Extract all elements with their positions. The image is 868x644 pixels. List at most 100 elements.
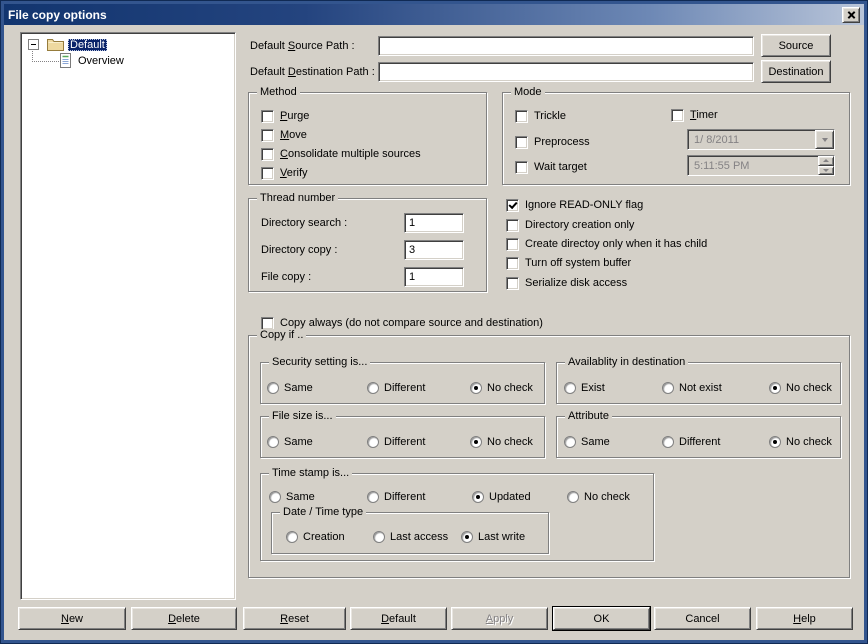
serialize-disk-access-checkbox[interactable]: Serialize disk access xyxy=(506,276,627,290)
profile-tree-panel: Default Overview xyxy=(20,32,236,600)
file-copy-label: File copy : xyxy=(261,271,311,283)
tree-item-default-label: Default xyxy=(68,39,107,51)
security-setting-group-title: Security setting is... xyxy=(269,356,370,369)
creation-radio[interactable]: Creation xyxy=(286,530,345,544)
timer-checkbox[interactable]: Timer xyxy=(671,108,718,122)
file-size-different-radio[interactable]: Different xyxy=(367,435,425,449)
timer-date-select: 1/ 8/2011 xyxy=(687,129,835,150)
wait-target-checkbox-label: Wait target xyxy=(534,161,587,173)
spinner-up-down-icon xyxy=(818,156,834,175)
close-button[interactable] xyxy=(842,7,860,23)
purge-checkbox[interactable]: Purge xyxy=(261,109,309,123)
time-stamp-same-radio-label: Same xyxy=(286,491,315,503)
attribute-same-radio-label: Same xyxy=(581,436,610,448)
cancel-button[interactable]: Cancel xyxy=(654,607,751,630)
security-different-radio-label: Different xyxy=(384,382,425,394)
security-no-check-radio[interactable]: No check xyxy=(470,381,533,395)
time-stamp-updated-radio[interactable]: Updated xyxy=(472,490,531,504)
source-path-input[interactable] xyxy=(378,36,754,56)
mode-group-title: Mode xyxy=(511,86,545,99)
reset-button[interactable]: Reset xyxy=(243,607,346,630)
source-button[interactable]: Source xyxy=(761,34,831,57)
last-write-radio[interactable]: Last write xyxy=(461,530,525,544)
security-same-radio-label: Same xyxy=(284,382,313,394)
file-size-no-check-radio-label: No check xyxy=(487,436,533,448)
turn-off-system-buffer-checkbox-label: Turn off system buffer xyxy=(525,257,631,269)
attribute-same-radio[interactable]: Same xyxy=(564,435,610,449)
destination-path-input[interactable] xyxy=(378,62,754,82)
last-write-radio-label: Last write xyxy=(478,531,525,543)
tree-connector-line xyxy=(32,49,59,62)
timer-checkbox-label: Timer xyxy=(690,109,718,121)
file-size-same-radio[interactable]: Same xyxy=(267,435,313,449)
security-different-radio[interactable]: Different xyxy=(367,381,425,395)
attribute-group: Attribute Same Different No check xyxy=(556,416,841,458)
create-directory-child-checkbox-label: Create directoy only when it has child xyxy=(525,238,707,250)
window-title: File copy options xyxy=(8,8,107,22)
attribute-no-check-radio[interactable]: No check xyxy=(769,435,832,449)
file-size-different-radio-label: Different xyxy=(384,436,425,448)
file-size-same-radio-label: Same xyxy=(284,436,313,448)
verify-checkbox[interactable]: Verify xyxy=(261,166,308,180)
move-checkbox[interactable]: Move xyxy=(261,128,307,142)
availability-not-exist-radio[interactable]: Not exist xyxy=(662,381,722,395)
copy-if-group: Copy if .. Security setting is... Same D… xyxy=(248,335,850,578)
consolidate-checkbox-label: Consolidate multiple sources xyxy=(280,148,421,160)
security-same-radio[interactable]: Same xyxy=(267,381,313,395)
attribute-different-radio[interactable]: Different xyxy=(662,435,720,449)
copy-always-checkbox[interactable]: Copy always (do not compare source and d… xyxy=(261,316,543,330)
last-access-radio[interactable]: Last access xyxy=(373,530,448,544)
security-setting-group: Security setting is... Same Different No… xyxy=(260,362,545,404)
ignore-readonly-checkbox[interactable]: Ignore READ-ONLY flag xyxy=(506,198,643,212)
timer-date-value: 1/ 8/2011 xyxy=(694,134,739,146)
directory-creation-only-checkbox-label: Directory creation only xyxy=(525,219,634,231)
method-group: Method Purge Move Consolidate multiple s… xyxy=(248,92,487,185)
date-time-type-group-title: Date / Time type xyxy=(280,506,366,519)
date-time-type-group: Date / Time type Creation Last access La… xyxy=(271,512,549,554)
time-stamp-group: Time stamp is... Same Different Updated … xyxy=(260,473,654,561)
document-icon xyxy=(59,53,72,68)
directory-copy-input[interactable] xyxy=(404,240,464,260)
delete-button[interactable]: Delete xyxy=(131,607,237,630)
new-button[interactable]: New xyxy=(18,607,126,630)
close-icon xyxy=(847,10,856,19)
create-directory-child-checkbox[interactable]: Create directoy only when it has child xyxy=(506,237,707,251)
directory-search-label: Directory search : xyxy=(261,217,347,229)
trickle-checkbox[interactable]: Trickle xyxy=(515,109,566,123)
time-stamp-no-check-radio[interactable]: No check xyxy=(567,490,630,504)
verify-checkbox-label: Verify xyxy=(280,167,308,179)
availability-exist-radio-label: Exist xyxy=(581,382,605,394)
destination-button[interactable]: Destination xyxy=(761,60,831,83)
file-copy-input[interactable] xyxy=(404,267,464,287)
time-stamp-no-check-radio-label: No check xyxy=(584,491,630,503)
time-stamp-different-radio[interactable]: Different xyxy=(367,490,425,504)
apply-button: Apply xyxy=(451,607,548,630)
availability-no-check-radio[interactable]: No check xyxy=(769,381,832,395)
file-copy-options-dialog: File copy options Default Overview De xyxy=(0,0,868,644)
turn-off-system-buffer-checkbox[interactable]: Turn off system buffer xyxy=(506,256,631,270)
file-size-group: File size is... Same Different No check xyxy=(260,416,545,458)
source-path-label: Default Source Path : xyxy=(250,40,355,52)
directory-creation-only-checkbox[interactable]: Directory creation only xyxy=(506,218,634,232)
purge-checkbox-label: Purge xyxy=(280,110,309,122)
file-size-no-check-radio[interactable]: No check xyxy=(470,435,533,449)
preprocess-checkbox[interactable]: Preprocess xyxy=(515,135,590,149)
time-stamp-same-radio[interactable]: Same xyxy=(269,490,315,504)
directory-search-input[interactable] xyxy=(404,213,464,233)
spin-down-icon xyxy=(818,166,834,176)
ok-button[interactable]: OK xyxy=(553,607,650,630)
titlebar[interactable]: File copy options xyxy=(4,4,864,25)
consolidate-checkbox[interactable]: Consolidate multiple sources xyxy=(261,147,421,161)
mode-group: Mode Trickle Preprocess Wait target Time… xyxy=(502,92,850,185)
creation-radio-label: Creation xyxy=(303,531,345,543)
wait-target-checkbox[interactable]: Wait target xyxy=(515,160,587,174)
timer-time-value: 5:11:55 PM xyxy=(694,160,749,172)
help-button[interactable]: Help xyxy=(756,607,853,630)
default-button[interactable]: Default xyxy=(350,607,447,630)
tree-item-overview[interactable]: Overview xyxy=(59,53,124,68)
availability-exist-radio[interactable]: Exist xyxy=(564,381,605,395)
availability-no-check-radio-label: No check xyxy=(786,382,832,394)
preprocess-checkbox-label: Preprocess xyxy=(534,136,590,148)
trickle-checkbox-label: Trickle xyxy=(534,110,566,122)
availability-group: Availablity in destination Exist Not exi… xyxy=(556,362,841,404)
